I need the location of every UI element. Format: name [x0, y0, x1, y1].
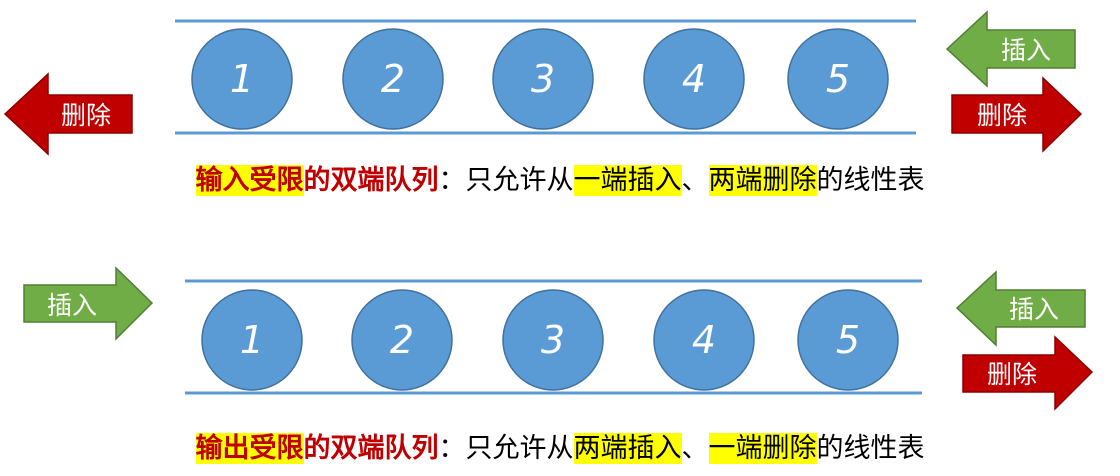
colon: ： [438, 433, 466, 464]
arrow-label: 删除 [987, 360, 1037, 389]
queue-element-label: 2 [390, 318, 414, 362]
arrow-label: 删除 [61, 101, 111, 130]
caption-text: 只允许从 [465, 433, 574, 464]
left-insert-arrow: 插入 [23, 266, 154, 341]
term-highlight: 输入受限 [195, 165, 304, 196]
term-text: 的双端队列 [303, 165, 439, 196]
caption-text: 只允许从 [465, 165, 574, 196]
caption-text: 的线性表 [816, 433, 925, 464]
input-restricted-deque: 1 2 3 4 5 删除 插入 删除 [3, 10, 1083, 156]
separator: 、 [681, 433, 709, 464]
highlight-delete: 两端删除 [708, 165, 817, 196]
queue-element-label: 5 [836, 318, 860, 362]
right-delete-arrow: 删除 [951, 76, 1083, 153]
queue-elements: 1 2 3 4 5 [201, 289, 899, 391]
left-delete-arrow: 删除 [3, 72, 133, 156]
output-restricted-deque: 1 2 3 4 5 插入 插入 删除 [23, 266, 1094, 411]
right-delete-arrow: 删除 [962, 335, 1094, 411]
queue-element-label: 3 [531, 57, 555, 101]
queue-element-label: 2 [381, 57, 405, 101]
queue-element-label: 1 [230, 57, 254, 101]
separator: 、 [681, 165, 709, 196]
term-text: 的双端队列 [303, 433, 439, 464]
queue-elements: 1 2 3 4 5 [191, 28, 889, 130]
queue-element-label: 4 [682, 57, 706, 101]
right-insert-arrow: 插入 [955, 270, 1086, 347]
caption-output-restricted: 输出受限的双端队列：只允许从两端插入、一端删除的线性表 [0, 426, 1120, 465]
queue-element-label: 5 [826, 57, 850, 101]
queue-element-label: 4 [692, 318, 716, 362]
arrow-label: 删除 [977, 101, 1027, 130]
deque-diagrams: 1 2 3 4 5 删除 插入 删除 1 2 3 4 5 插入 插入 删除 [3, 10, 1094, 411]
queue-element-label: 1 [240, 318, 264, 362]
arrow-label: 插入 [47, 291, 97, 320]
caption-input-restricted: 输入受限的双端队列：只允许从一端插入、两端删除的线性表 [0, 158, 1120, 197]
arrow-label: 插入 [1001, 36, 1051, 65]
term-highlight: 输出受限 [195, 433, 304, 464]
right-insert-arrow: 插入 [945, 10, 1076, 88]
queue-element-label: 3 [541, 318, 565, 362]
arrow-label: 插入 [1009, 295, 1059, 324]
colon: ： [438, 165, 466, 196]
highlight-insert: 一端插入 [573, 165, 682, 196]
highlight-insert: 两端插入 [573, 433, 682, 464]
highlight-delete: 一端删除 [708, 433, 817, 464]
caption-text: 的线性表 [816, 165, 925, 196]
